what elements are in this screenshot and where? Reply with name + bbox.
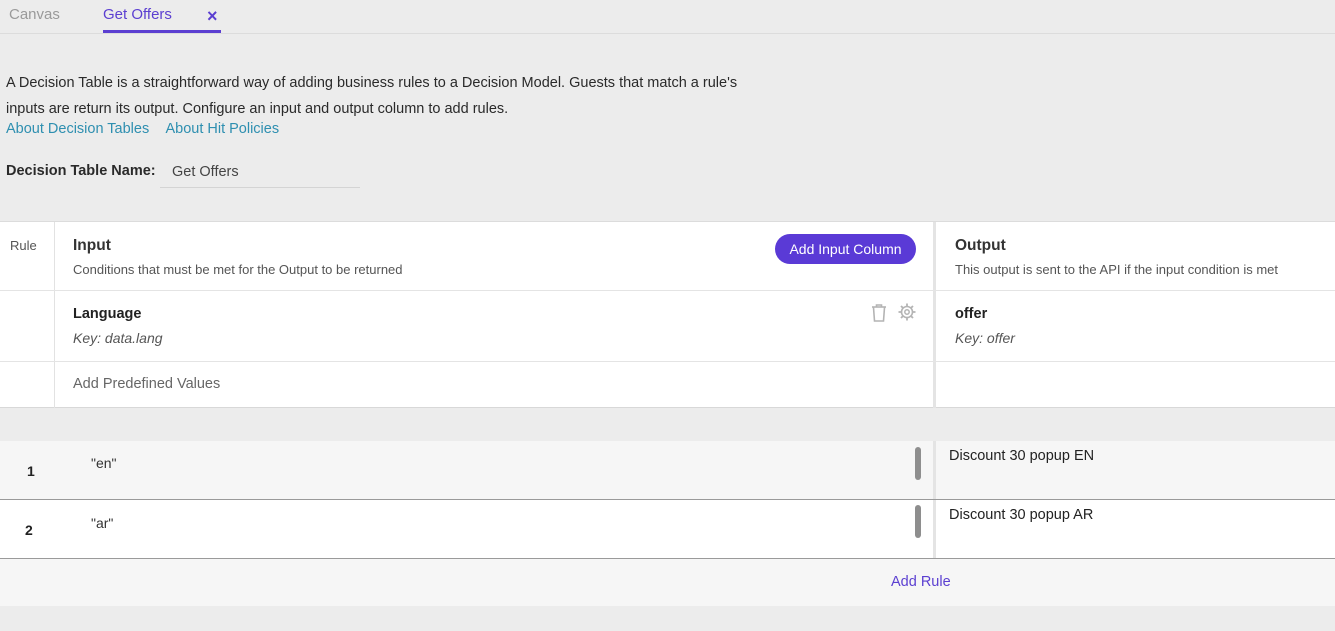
description-line-2: inputs are return its output. Configure … [6,96,786,122]
add-input-column-button[interactable]: Add Input Column [775,234,916,264]
output-subtitle: This output is sent to the API if the in… [955,262,1278,277]
help-links: About Decision Tables About Hit Policies [6,121,292,137]
add-rule-bar: Add Rule [0,559,1335,606]
input-subtitle: Conditions that must be met for the Outp… [73,262,403,277]
rule-number: 1 [27,463,35,479]
row-divider [933,500,936,558]
input-output-divider [933,222,936,408]
add-rule-button[interactable]: Add Rule [891,574,951,590]
drag-handle-icon[interactable] [915,447,921,480]
input-cell[interactable]: "ar" [91,515,113,531]
rule-column-divider [54,222,55,408]
output-cell[interactable]: Discount 30 popup EN [949,448,1094,464]
decision-table-header: Rule Input Conditions that must be met f… [0,221,1335,408]
tab-get-offers[interactable]: Get Offers [103,6,172,23]
table-name-label: Decision Table Name: [6,163,156,179]
table-row[interactable]: 1 "en" Discount 30 popup EN [0,441,1335,500]
tab-bar: Canvas Get Offers × [0,0,1335,34]
input-title: Input [73,237,111,255]
input-column-key: Key: data.lang [73,330,163,346]
output-cell[interactable]: Discount 30 popup AR [949,507,1093,523]
row-divider [933,441,936,499]
rule-header: Rule [10,238,37,253]
description-line-1: A Decision Table is a straightforward wa… [6,70,786,96]
add-predefined-values[interactable]: Add Predefined Values [73,376,220,392]
output-column-key: Key: offer [955,330,1015,346]
output-column-name: offer [955,306,987,322]
close-icon[interactable]: × [207,5,218,27]
about-decision-tables-link[interactable]: About Decision Tables [6,121,149,137]
trash-icon[interactable] [870,303,888,328]
input-column-name: Language [73,306,141,322]
output-title: Output [955,237,1006,255]
column-divider [0,361,1335,362]
table-row[interactable]: 2 "ar" Discount 30 popup AR [0,500,1335,559]
gear-icon[interactable] [897,302,917,327]
tab-canvas[interactable]: Canvas [9,6,60,23]
description: A Decision Table is a straightforward wa… [6,70,786,122]
about-hit-policies-link[interactable]: About Hit Policies [165,121,279,137]
active-tab-indicator [103,30,221,33]
table-name-input[interactable] [160,156,360,188]
header-divider [0,290,1335,291]
drag-handle-icon[interactable] [915,505,921,538]
input-cell[interactable]: "en" [91,455,117,471]
rule-number: 2 [25,522,33,538]
